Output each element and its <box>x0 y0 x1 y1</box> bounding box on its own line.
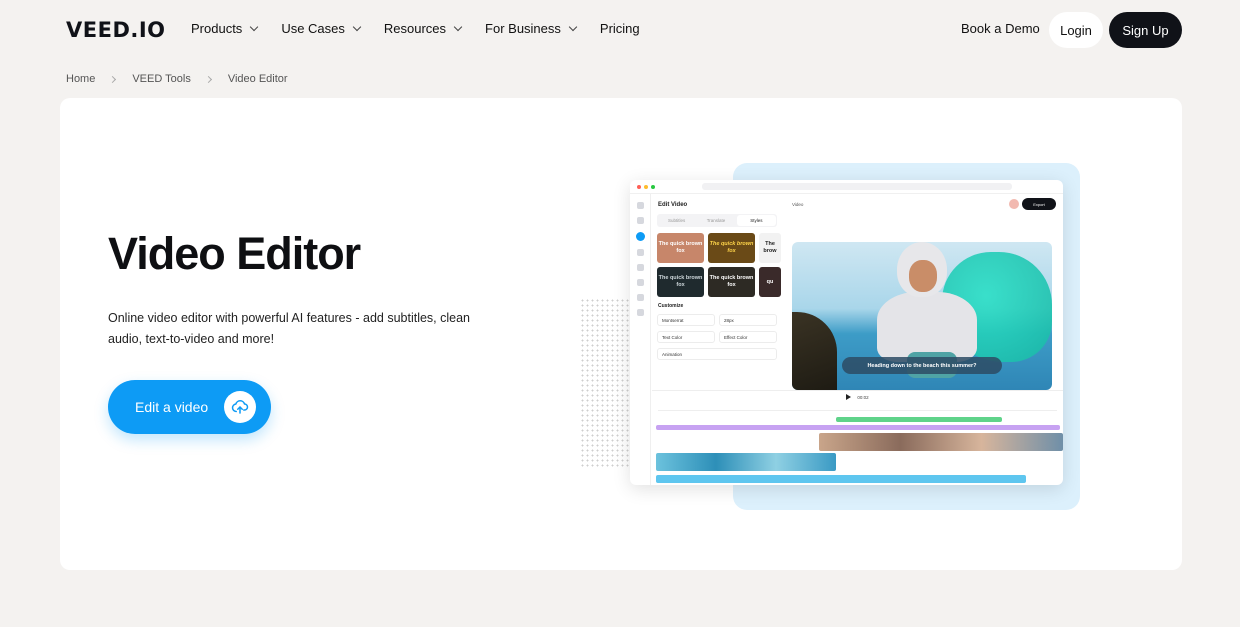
nav-use-cases[interactable]: Use Cases <box>281 21 362 36</box>
nav-pricing-label: Pricing <box>599 21 640 36</box>
nav-use-cases-label: Use Cases <box>281 21 345 36</box>
tab-translate: Translate <box>706 218 726 223</box>
tab-subtitles: Subtitles <box>668 218 686 223</box>
subtitles-icon <box>635 232 645 241</box>
top-nav: VEED.IO Products Use Cases Resources For… <box>0 0 1240 60</box>
track-green <box>836 417 1002 422</box>
nav-products-label: Products <box>191 21 243 36</box>
upload-cloud-icon <box>224 391 256 423</box>
filters-icon <box>636 294 644 301</box>
brand-logo[interactable]: VEED.IO <box>66 18 166 42</box>
window-titlebar <box>630 180 1063 194</box>
nav-resources-label: Resources <box>383 21 447 36</box>
chevron-down-icon <box>568 22 578 32</box>
chevron-down-icon <box>250 22 259 32</box>
chevron-down-icon <box>453 22 463 32</box>
book-demo-link[interactable]: Book a Demo <box>961 21 1040 36</box>
chevron-right-icon <box>109 75 117 83</box>
style-sample: The brow <box>759 233 781 263</box>
audio-icon <box>636 217 644 224</box>
menu-icon <box>636 202 644 209</box>
chevron-right-icon <box>204 75 212 83</box>
url-bar <box>702 183 1012 190</box>
panel-tabs: Subtitles Translate Styles <box>657 214 777 227</box>
chevron-down-icon <box>352 22 362 32</box>
style-sample: qu <box>759 267 781 297</box>
maximize-dot-icon <box>651 184 655 189</box>
panel-title: Edit Video <box>658 202 688 208</box>
breadcrumb-current: Video Editor <box>227 73 288 85</box>
animation-field: Animation <box>657 348 777 360</box>
effect-color-field: Effect Color <box>719 331 777 343</box>
editor-mockup: Edit Video Subtitles Translate Styles Th… <box>630 180 1063 485</box>
elements-icon <box>636 264 644 271</box>
video-preview: Heading down to the beach this summer? <box>792 242 1052 390</box>
video-caption: Heading down to the beach this summer? <box>842 357 1002 374</box>
style-sample: The quick brown fox <box>657 233 704 263</box>
nav-for-business-label: For Business <box>485 21 561 36</box>
font-select: Montserrat <box>657 314 715 326</box>
font-size-select: 28px <box>719 314 777 326</box>
timecode: 00:02 <box>857 394 869 400</box>
style-sample: The quick brown fox <box>708 233 755 263</box>
mockup-sidebar <box>630 194 651 485</box>
main-menu: Products Use Cases Resources For Busines… <box>191 21 664 36</box>
style-sample: The quick brown fox <box>708 267 755 297</box>
hero-card: Video Editor Online video editor with po… <box>60 98 1182 570</box>
breadcrumb-veed-tools[interactable]: VEED Tools <box>132 73 191 85</box>
edit-video-label: Edit a video <box>135 399 209 415</box>
timeline: 00:02 <box>652 390 1063 485</box>
customize-label: Customize <box>658 303 684 309</box>
nav-pricing[interactable]: Pricing <box>600 21 640 36</box>
style-grid: The quick brown fox The quick brown fox … <box>657 233 781 297</box>
nav-resources[interactable]: Resources <box>383 21 463 36</box>
timeline-ruler <box>658 405 1057 411</box>
nav-products[interactable]: Products <box>191 21 259 36</box>
nav-for-business[interactable]: For Business <box>485 21 578 36</box>
page-title: Video Editor <box>108 228 361 279</box>
signup-button[interactable]: Sign Up <box>1109 12 1182 48</box>
track-purple <box>656 425 1060 430</box>
hero-description: Online video editor with powerful AI fea… <box>108 311 471 346</box>
play-icon <box>846 394 852 400</box>
playback-controls: 00:02 <box>652 391 1063 403</box>
text-color-field: Text Color <box>657 331 715 343</box>
edit-video-button[interactable]: Edit a video <box>108 380 271 434</box>
track-audio <box>656 475 1026 483</box>
clip-row-1 <box>819 433 1063 451</box>
tab-styles: Styles <box>736 215 776 226</box>
preview-label: Video <box>792 202 804 207</box>
login-button[interactable]: Login <box>1049 12 1103 48</box>
avatar <box>1009 199 1019 209</box>
style-sample: The quick brown fox <box>657 267 704 297</box>
edit-panel: Edit Video Subtitles Translate Styles Th… <box>652 194 782 389</box>
rock-shape <box>792 312 837 390</box>
transitions-icon <box>636 279 644 286</box>
export-button: Export <box>1022 198 1056 210</box>
minimize-dot-icon <box>644 184 648 189</box>
breadcrumb: Home VEED Tools Video Editor <box>66 73 288 85</box>
face-shape <box>909 260 937 292</box>
clip-row-2 <box>656 453 836 471</box>
breadcrumb-home[interactable]: Home <box>66 73 95 85</box>
close-dot-icon <box>637 184 641 189</box>
text-icon <box>636 249 644 256</box>
draw-icon <box>636 309 644 316</box>
